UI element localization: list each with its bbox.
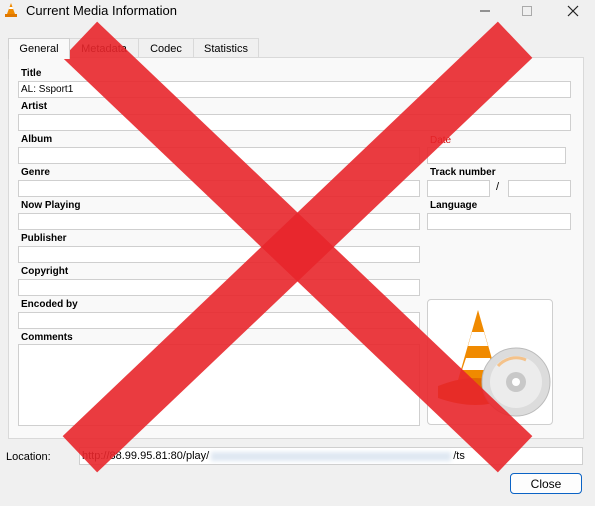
title-bar: Current Media Information bbox=[0, 0, 595, 22]
title-label: Title bbox=[21, 68, 42, 79]
vlc-cone-icon bbox=[5, 3, 17, 17]
encoded-by-field[interactable] bbox=[18, 312, 420, 329]
window-title: Current Media Information bbox=[26, 3, 178, 18]
close-button[interactable]: Close bbox=[510, 473, 582, 494]
album-label: Album bbox=[21, 134, 53, 145]
location-label: Location: bbox=[6, 451, 51, 463]
location-url-prefix: http://88.99.95.81:80/play/ bbox=[82, 450, 210, 462]
publisher-label: Publisher bbox=[21, 233, 67, 244]
track-separator: / bbox=[496, 181, 500, 193]
maximize-icon bbox=[522, 6, 532, 16]
tab-label: General bbox=[19, 43, 59, 55]
now-playing-field[interactable] bbox=[18, 213, 420, 230]
title-field[interactable]: AL: Ssport1 bbox=[18, 81, 571, 98]
genre-field[interactable] bbox=[18, 180, 420, 197]
genre-label: Genre bbox=[21, 167, 50, 178]
tab-general[interactable]: General bbox=[8, 38, 70, 59]
album-field[interactable] bbox=[18, 147, 420, 164]
vlc-cone-disc-icon bbox=[438, 310, 551, 417]
maximize-button[interactable] bbox=[512, 0, 542, 22]
location-url-suffix: /ts bbox=[453, 450, 465, 462]
encoded-by-label: Encoded by bbox=[21, 299, 78, 310]
close-button-label: Close bbox=[530, 476, 562, 491]
copyright-field[interactable] bbox=[18, 279, 420, 296]
copyright-label: Copyright bbox=[21, 266, 69, 277]
redacted-url-segment bbox=[211, 451, 452, 461]
artist-label: Artist bbox=[21, 101, 48, 112]
now-playing-label: Now Playing bbox=[21, 200, 81, 211]
tab-label: Statistics bbox=[203, 42, 248, 55]
track-total-field[interactable] bbox=[508, 180, 571, 197]
location-field[interactable]: http://88.99.95.81:80/play/ /ts bbox=[79, 447, 583, 465]
tab-statistics[interactable]: Statistics bbox=[193, 38, 259, 58]
comments-field[interactable] bbox=[18, 344, 420, 426]
tab-label: Metadata bbox=[81, 42, 127, 55]
track-number-field[interactable] bbox=[427, 180, 490, 197]
date-label: Date bbox=[430, 135, 452, 146]
language-label: Language bbox=[430, 200, 478, 211]
artist-field[interactable] bbox=[18, 114, 571, 131]
tab-label: Codec bbox=[150, 42, 182, 55]
close-icon bbox=[567, 5, 579, 17]
tab-codec[interactable]: Codec bbox=[138, 38, 194, 58]
close-window-button[interactable] bbox=[558, 0, 588, 22]
language-field[interactable] bbox=[427, 213, 571, 230]
minimize-icon bbox=[480, 10, 490, 12]
track-number-label: Track number bbox=[430, 167, 496, 178]
comments-label: Comments bbox=[21, 332, 73, 343]
tab-metadata[interactable]: Metadata bbox=[69, 38, 139, 58]
artwork-box bbox=[427, 299, 553, 425]
minimize-button[interactable] bbox=[470, 0, 500, 22]
publisher-field[interactable] bbox=[18, 246, 420, 263]
date-field[interactable] bbox=[427, 147, 566, 164]
